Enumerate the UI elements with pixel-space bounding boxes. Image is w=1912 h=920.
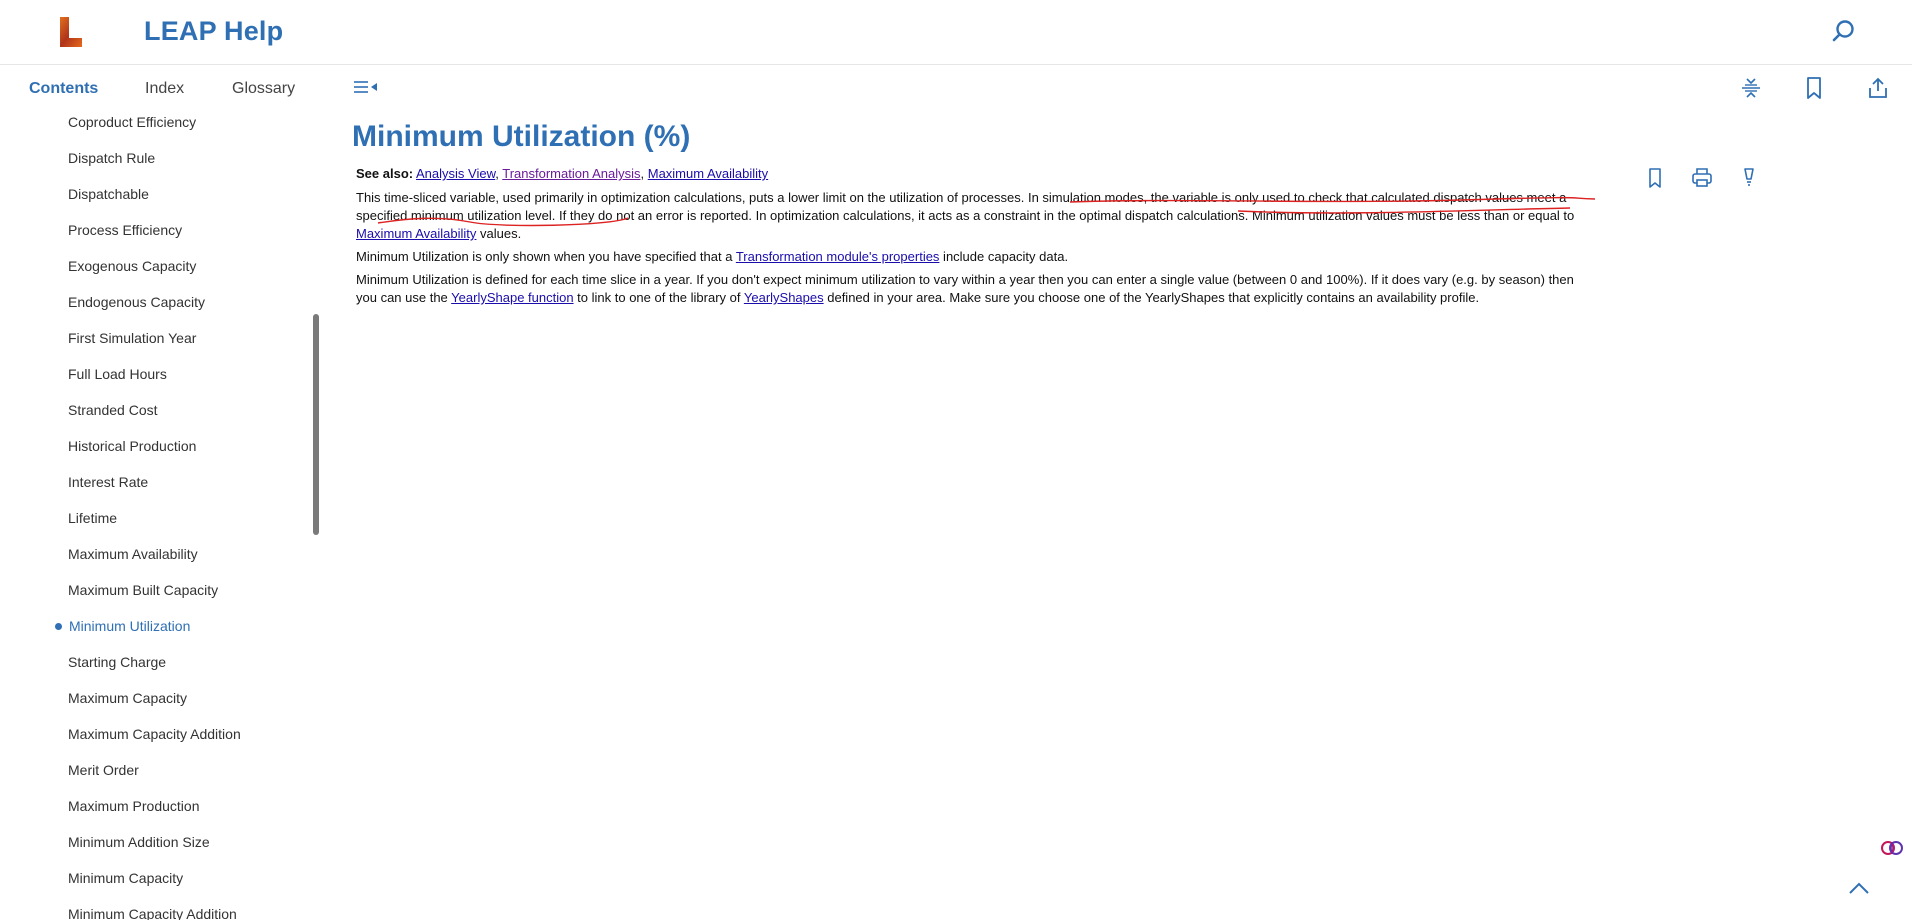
sidebar-item-minimum-capacity[interactable]: Minimum Capacity bbox=[68, 870, 183, 886]
link-maximum-availability-inline[interactable]: Maximum Availability bbox=[356, 226, 476, 241]
link-analysis-view[interactable]: Analysis View bbox=[416, 166, 495, 181]
sidebar-item-endogenous-capacity[interactable]: Endogenous Capacity bbox=[68, 294, 205, 310]
link-maximum-availability[interactable]: Maximum Availability bbox=[648, 166, 768, 181]
paragraph-text: Minimum Utilization is only shown when y… bbox=[356, 249, 736, 264]
paragraph-description: This time-sliced variable, used primaril… bbox=[356, 189, 1586, 243]
paragraph-visibility: Minimum Utilization is only shown when y… bbox=[356, 248, 1586, 266]
topic-content: See also: Analysis View, Transformation … bbox=[356, 165, 1586, 312]
sidebar-item-process-efficiency[interactable]: Process Efficiency bbox=[68, 222, 182, 238]
sidebar-item-interest-rate[interactable]: Interest Rate bbox=[68, 474, 148, 490]
sidebar-item-first-simulation-year[interactable]: First Simulation Year bbox=[68, 330, 196, 346]
paragraph-text: to link to one of the library of bbox=[573, 290, 744, 305]
sidebar-item-historical-production[interactable]: Historical Production bbox=[68, 438, 196, 454]
link-yearlyshape-function[interactable]: YearlyShape function bbox=[451, 290, 573, 305]
sidebar-item-maximum-availability[interactable]: Maximum Availability bbox=[68, 546, 198, 562]
link-yearlyshapes[interactable]: YearlyShapes bbox=[744, 290, 824, 305]
sidebar-collapse-icon[interactable] bbox=[352, 78, 380, 100]
scroll-to-top-icon[interactable] bbox=[1846, 878, 1872, 898]
paragraph-text: If they do not an error is reported. In … bbox=[555, 208, 1575, 223]
share-icon[interactable] bbox=[1866, 76, 1890, 100]
sidebar-item-starting-charge[interactable]: Starting Charge bbox=[68, 654, 166, 670]
active-indicator-dot bbox=[55, 623, 62, 630]
leap-logo-icon[interactable] bbox=[58, 17, 84, 47]
paragraph-definition: Minimum Utilization is defined for each … bbox=[356, 271, 1586, 307]
header: LEAP Help bbox=[0, 0, 1912, 65]
sidebar-item-maximum-capacity[interactable]: Maximum Capacity bbox=[68, 690, 187, 706]
app-title: LEAP Help bbox=[144, 16, 284, 46]
bookmark-icon[interactable] bbox=[1802, 76, 1826, 100]
sidebar-item-dispatchable[interactable]: Dispatchable bbox=[68, 186, 149, 202]
tab-glossary[interactable]: Glossary bbox=[232, 80, 295, 98]
sidebar: Coproduct Efficiency Dispatch Rule Dispa… bbox=[0, 114, 320, 920]
paragraph-text: defined in your area. Make sure you choo… bbox=[823, 290, 1480, 305]
sidebar-item-full-load-hours[interactable]: Full Load Hours bbox=[68, 366, 167, 382]
sidebar-scrollbar[interactable] bbox=[313, 314, 319, 535]
link-transformation-module-properties[interactable]: Transformation module's properties bbox=[736, 249, 940, 264]
see-also-label: See also: bbox=[356, 166, 414, 181]
paragraph-text: This time-sliced variable, used primaril… bbox=[356, 190, 1028, 205]
tab-contents[interactable]: Contents bbox=[29, 80, 98, 98]
tab-index[interactable]: Index bbox=[145, 80, 184, 98]
sidebar-item-minimum-capacity-addition[interactable]: Minimum Capacity Addition bbox=[68, 906, 237, 920]
sidebar-item-minimum-utilization[interactable]: Minimum Utilization bbox=[69, 618, 190, 634]
sidebar-item-stranded-cost[interactable]: Stranded Cost bbox=[68, 402, 158, 418]
sidebar-item-merit-order[interactable]: Merit Order bbox=[68, 762, 139, 778]
topic-bookmark-icon[interactable] bbox=[1643, 166, 1667, 190]
lightbulb-icon[interactable] bbox=[1737, 166, 1761, 190]
paragraph-text: values. bbox=[476, 226, 522, 241]
sidebar-item-dispatch-rule[interactable]: Dispatch Rule bbox=[68, 150, 155, 166]
sidebar-item-maximum-capacity-addition[interactable]: Maximum Capacity Addition bbox=[68, 726, 241, 742]
ai-assistant-icon[interactable] bbox=[1880, 836, 1904, 860]
nav-tabs: Contents Index Glossary bbox=[0, 64, 340, 114]
see-also-line: See also: Analysis View, Transformation … bbox=[356, 166, 769, 181]
sidebar-item-maximum-built-capacity[interactable]: Maximum Built Capacity bbox=[68, 582, 218, 598]
link-transformation-analysis[interactable]: Transformation Analysis bbox=[502, 166, 640, 181]
sidebar-item-minimum-addition-size[interactable]: Minimum Addition Size bbox=[68, 834, 210, 850]
sidebar-item-lifetime[interactable]: Lifetime bbox=[68, 510, 117, 526]
collapse-sections-icon[interactable] bbox=[1739, 76, 1763, 100]
print-icon[interactable] bbox=[1690, 166, 1714, 190]
sidebar-item-coproduct-efficiency[interactable]: Coproduct Efficiency bbox=[68, 114, 196, 130]
paragraph-text: include capacity data. bbox=[939, 249, 1069, 264]
page-title: Minimum Utilization (%) bbox=[352, 120, 691, 153]
sidebar-item-maximum-production[interactable]: Maximum Production bbox=[68, 798, 200, 814]
search-icon[interactable] bbox=[1830, 18, 1858, 46]
sidebar-item-exogenous-capacity[interactable]: Exogenous Capacity bbox=[68, 258, 196, 274]
